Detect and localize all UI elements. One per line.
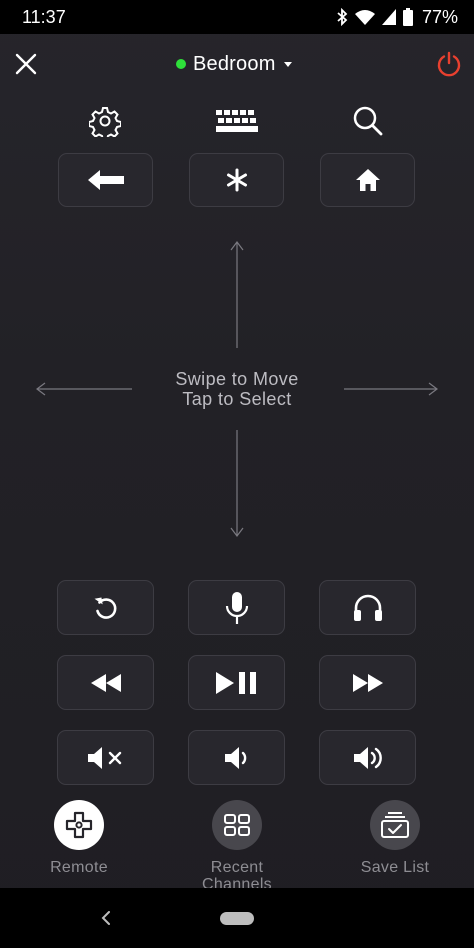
swipe-text-select: Tap to Select — [182, 389, 292, 409]
device-name: Bedroom — [193, 52, 276, 75]
close-button[interactable] — [10, 48, 42, 80]
headphones-icon — [353, 594, 382, 621]
private-listening-button[interactable] — [319, 580, 416, 635]
status-time: 11:37 — [22, 7, 66, 27]
play-pause-button[interactable] — [188, 655, 285, 710]
volume-up-icon — [353, 746, 382, 769]
bluetooth-icon — [336, 8, 348, 26]
mute-icon — [87, 746, 121, 769]
wifi-icon — [354, 9, 375, 25]
volume-down-button[interactable] — [188, 730, 285, 785]
tab-remote-label: Remote — [50, 859, 108, 876]
fast-forward-icon — [352, 673, 383, 692]
tab-recent-channels[interactable]: Recent Channels — [177, 800, 297, 893]
options-button[interactable] — [189, 153, 284, 207]
close-icon — [15, 53, 37, 75]
status-bar: 11:37 77% — [0, 0, 474, 34]
status-icons: 77% — [336, 6, 458, 28]
power-button[interactable] — [433, 48, 465, 80]
voice-button[interactable] — [188, 580, 285, 635]
power-icon — [437, 51, 461, 77]
chevron-down-icon — [283, 61, 292, 67]
volume-up-button[interactable] — [319, 730, 416, 785]
replay-button[interactable] — [57, 580, 154, 635]
top-controls — [0, 100, 474, 142]
home-icon — [355, 169, 380, 191]
tab-remote-circle — [54, 800, 104, 850]
gear-icon — [89, 107, 121, 137]
system-nav-bar — [0, 888, 474, 948]
search-button[interactable] — [346, 100, 390, 142]
system-back-button[interactable] — [96, 908, 116, 928]
rewind-icon — [90, 673, 121, 692]
search-icon — [353, 106, 383, 136]
play-pause-icon — [215, 671, 256, 694]
tab-save-label: Save List — [360, 859, 430, 876]
back-button[interactable] — [58, 153, 153, 207]
header: Bedroom — [0, 34, 474, 94]
battery-icon — [402, 8, 413, 26]
home-button[interactable] — [320, 153, 415, 207]
tab-save-circle — [370, 800, 420, 850]
swipe-touchpad[interactable]: Swipe to Move Tap to Select — [0, 230, 474, 550]
back-arrow-icon — [87, 170, 124, 190]
dpad-icon — [65, 811, 93, 839]
keyboard-button[interactable] — [212, 100, 262, 142]
keyboard-icon — [216, 110, 258, 132]
tab-recent-circle — [212, 800, 262, 850]
asterisk-icon — [226, 168, 247, 192]
home-pill[interactable] — [220, 912, 254, 925]
bottom-tab-bar: Remote Recent Channels Save List — [0, 796, 474, 893]
swipe-instructions: Swipe to Move Tap to Select — [137, 369, 337, 409]
device-selector[interactable]: Bedroom — [176, 51, 292, 77]
replay-icon — [94, 597, 116, 619]
battery-percent: 77% — [421, 6, 458, 27]
tab-save-list[interactable]: Save List — [335, 800, 455, 876]
volume-down-icon — [224, 746, 246, 769]
rewind-button[interactable] — [57, 655, 154, 710]
grid-icon — [224, 814, 250, 836]
fast-forward-button[interactable] — [319, 655, 416, 710]
back-nav-icon — [101, 911, 110, 925]
tab-remote[interactable]: Remote — [19, 800, 139, 876]
settings-button[interactable] — [83, 100, 127, 142]
microphone-icon — [225, 591, 248, 624]
save-list-icon — [381, 812, 409, 838]
device-status-dot — [176, 59, 186, 69]
cell-signal-icon — [381, 9, 396, 25]
swipe-text-move: Swipe to Move — [175, 369, 299, 389]
mute-button[interactable] — [57, 730, 154, 785]
